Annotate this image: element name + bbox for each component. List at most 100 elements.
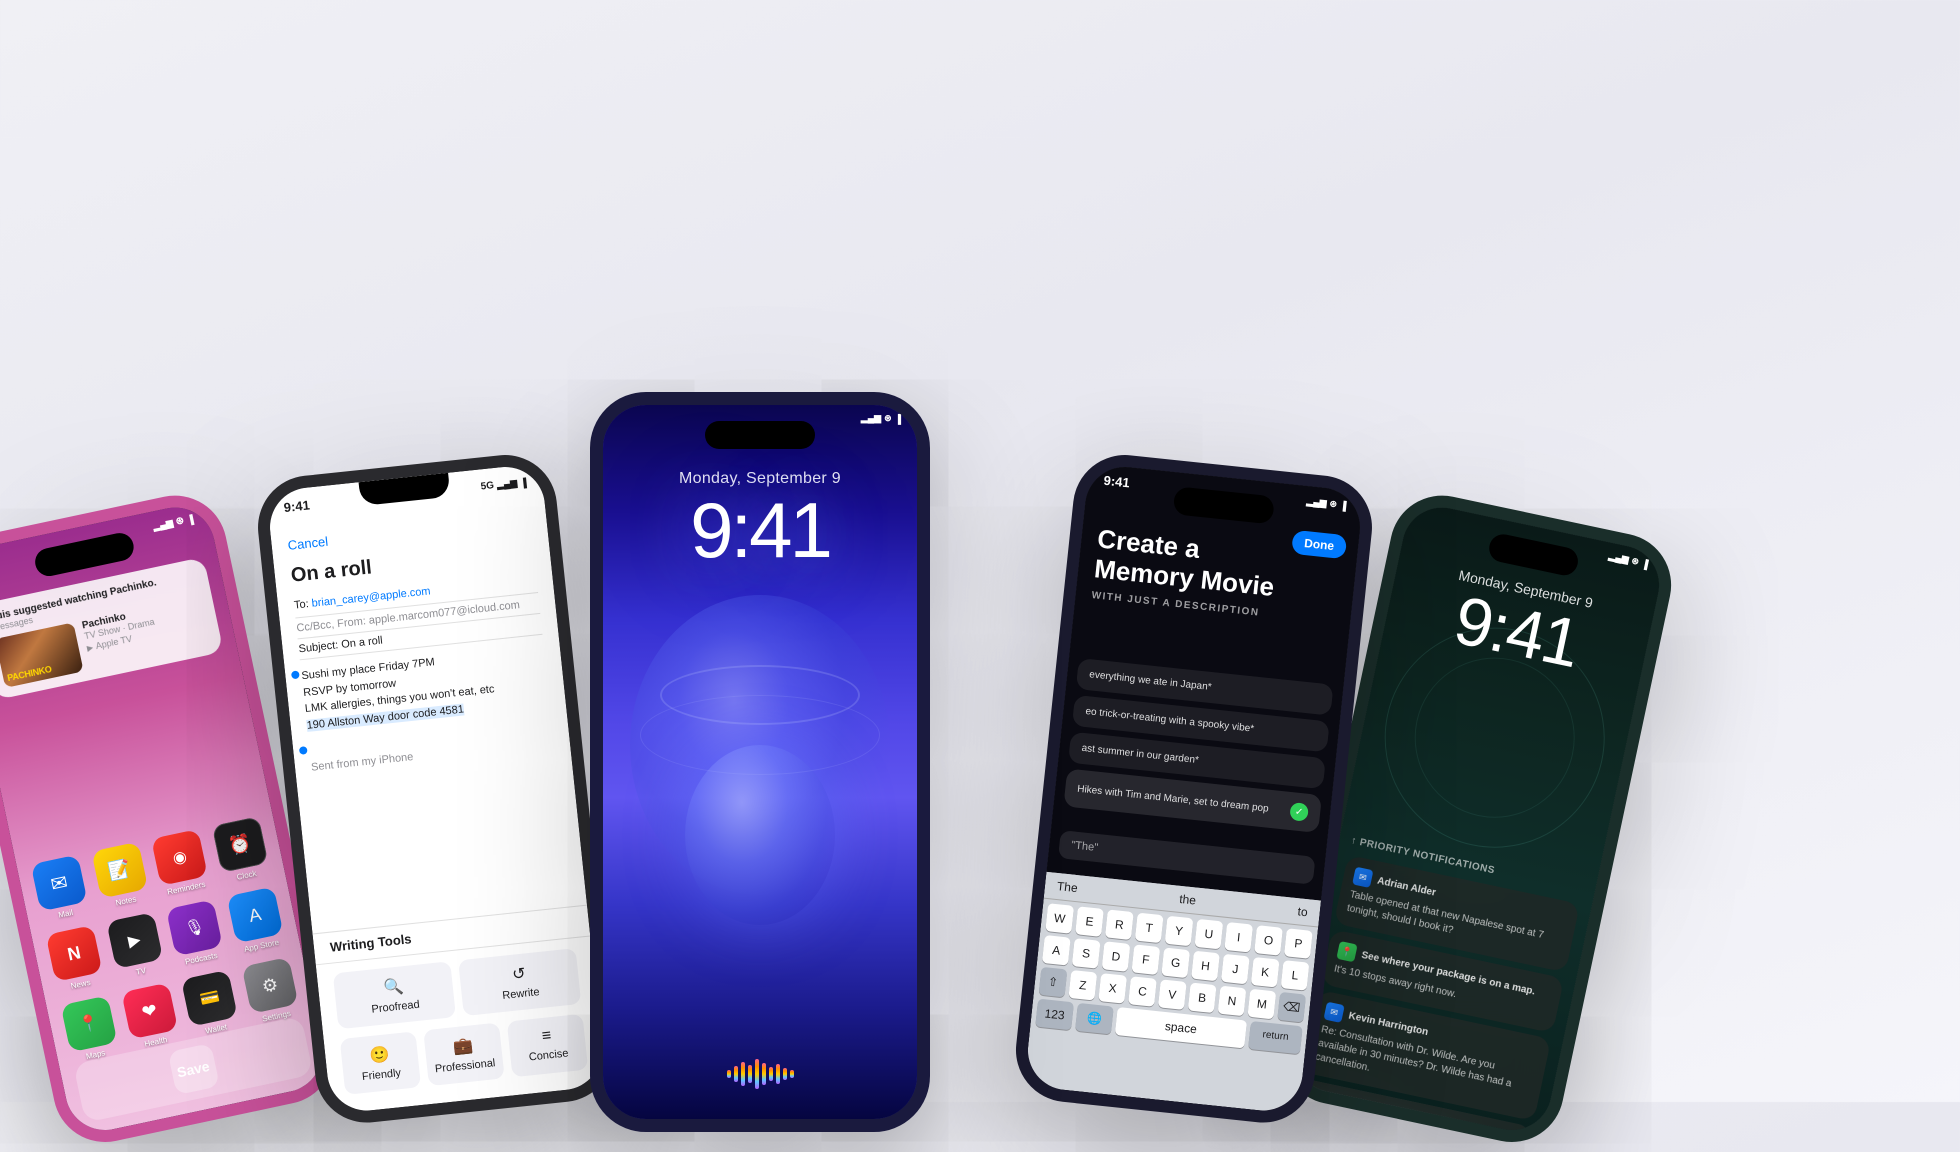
key-h[interactable]: H [1191, 951, 1220, 982]
phone3-siri-wave [603, 1059, 917, 1089]
key-n[interactable]: N [1218, 986, 1247, 1017]
phone2-signal-label: 5G [480, 480, 494, 492]
phone3-battery-icon: ▐ [895, 414, 901, 424]
key-o[interactable]: O [1254, 925, 1283, 956]
phone5-notif2-app-icon: 📍 [1336, 941, 1357, 962]
key-r[interactable]: R [1105, 909, 1134, 940]
key-l[interactable]: L [1281, 960, 1310, 991]
phone4-check-icon [1289, 802, 1309, 822]
phone2-tool-friendly[interactable]: 🙂 Friendly [340, 1031, 421, 1095]
phone4-wifi-icon: ⊛ [1329, 498, 1338, 510]
phone3-wallpaper-sphere [620, 575, 900, 955]
phone1-app-clock[interactable]: ⏰ Clock [212, 816, 271, 885]
key-emoji[interactable]: 🌐 [1075, 1003, 1114, 1035]
phone1-app-news[interactable]: N News [46, 925, 105, 994]
phone4-keys: W E R T Y U I O P A S D F [1029, 899, 1318, 1063]
phone-3: ▂▄▆ ⊛ ▐ Monday, September 9 9:41 [590, 392, 930, 1132]
phone1-app-podcasts[interactable]: 🎙 Podcasts [166, 899, 225, 968]
phone4-status-time: 9:41 [1103, 473, 1130, 491]
phone2-battery-icon: ▐ [520, 477, 527, 488]
phone2-selection-start [291, 670, 300, 679]
key-f[interactable]: F [1131, 944, 1160, 975]
phone2-professional-icon: 💼 [452, 1035, 474, 1057]
phone2-screen: 9:41 5G ▂▄▆ ▐ Cancel On a roll To: brian… [266, 463, 606, 1114]
key-shift[interactable]: ⇧ [1039, 967, 1068, 998]
key-123[interactable]: 123 [1035, 999, 1074, 1031]
key-b[interactable]: B [1188, 983, 1217, 1014]
phones-container: 9:41 ▂▄▆ ⊛ ▐ Luis suggested watching Pac… [0, 0, 1960, 1102]
key-t[interactable]: T [1135, 913, 1164, 944]
phone2-rewrite-label: Rewrite [502, 986, 540, 1002]
key-d[interactable]: D [1102, 941, 1131, 972]
phone2-concise-icon: ≡ [541, 1027, 552, 1046]
phone5-notif3-app-icon: ✉ [1323, 1002, 1344, 1023]
phone2-proofread-label: Proofread [371, 999, 420, 1016]
phone3-screen: ▂▄▆ ⊛ ▐ Monday, September 9 9:41 [603, 405, 917, 1119]
phone1-app-wallet[interactable]: 💳 Wallet [181, 970, 240, 1039]
phone2-proofread-icon: 🔍 [383, 976, 405, 998]
phone4-pred-1[interactable]: The [1056, 879, 1078, 895]
phone4-keyboard: The the to W E R T Y U I O P [1024, 872, 1321, 1115]
key-e[interactable]: E [1075, 906, 1104, 937]
phone3-signal-icon: ▂▄▆ [861, 413, 881, 424]
phone4-screen: 9:41 ▂▄▆ ⊛ ▐ Done Create aMemory Movie W… [1024, 463, 1364, 1114]
phone4-pred-2[interactable]: the [1179, 892, 1197, 908]
phone1-app-maps[interactable]: 📍 Maps [61, 995, 120, 1064]
key-m[interactable]: M [1247, 989, 1276, 1020]
phone1-status-icons: ▂▄▆ ⊛ ▐ [152, 513, 194, 532]
phone1-app-tv[interactable]: ▶ TV [106, 912, 165, 981]
key-s[interactable]: S [1072, 938, 1101, 969]
phone2-email-header: Cancel On a roll To: brian_carey@apple.c… [287, 512, 554, 773]
phone1-notification-card[interactable]: Luis suggested watching Pachinko. Messag… [0, 557, 224, 700]
phone2-body[interactable]: Sushi my place Friday 7PM RSVP by tomorr… [301, 643, 551, 734]
phone1-dock-save[interactable]: Save [167, 1043, 219, 1095]
phone2-tool-professional[interactable]: 💼 Professional [423, 1022, 505, 1086]
key-g[interactable]: G [1161, 948, 1190, 979]
phone2-sent-from: Sent from my iPhone [311, 736, 555, 773]
phone2-concise-label: Concise [528, 1047, 569, 1063]
key-v[interactable]: V [1158, 979, 1187, 1010]
phone1-app-mail[interactable]: ✉ Mail [31, 855, 90, 924]
phone1-app-health[interactable]: ❤ Health [121, 983, 180, 1052]
key-a[interactable]: A [1042, 935, 1071, 966]
phone2-tool-rewrite[interactable]: ↺ Rewrite [458, 948, 581, 1016]
key-k[interactable]: K [1251, 957, 1280, 988]
phone5-notif1-app-icon: ✉ [1352, 867, 1373, 888]
phone4-status-icons: ▂▄▆ ⊛ ▐ [1306, 496, 1347, 511]
phone5-battery-icon: ▐ [1641, 558, 1649, 569]
key-z[interactable]: Z [1068, 970, 1097, 1001]
key-c[interactable]: C [1128, 976, 1157, 1007]
phone1-app-settings[interactable]: ⚙ Settings [242, 957, 301, 1026]
phone4-pred-3[interactable]: to [1297, 904, 1308, 919]
key-delete[interactable]: ⌫ [1277, 992, 1306, 1023]
phone4-battery-icon: ▐ [1340, 500, 1347, 511]
phone2-status-icons: 5G ▂▄▆ ▐ [480, 477, 527, 493]
phone2-tool-concise[interactable]: ≡ Concise [507, 1014, 588, 1078]
phone1-signal-icon: ▂▄▆ [152, 518, 174, 533]
key-p[interactable]: P [1284, 928, 1313, 959]
phone5-notif4-body: Let me send it no... [1301, 1111, 1516, 1137]
phone1-app-notes[interactable]: 📝 Notes [91, 842, 150, 911]
phone5-status-icons: ▂▄▆ ⊛ ▐ [1608, 551, 1650, 570]
key-return[interactable]: return [1248, 1021, 1303, 1054]
phone2-tool-proofread[interactable]: 🔍 Proofread [333, 961, 456, 1029]
phone2-rewrite-icon: ↺ [511, 963, 526, 984]
phone1-app-reminders[interactable]: ◉ Reminders [151, 829, 210, 898]
phone5-wifi-icon: ⊛ [1630, 555, 1640, 567]
key-j[interactable]: J [1221, 954, 1250, 985]
phone3-status-bar: ▂▄▆ ⊛ ▐ [619, 413, 901, 424]
phone2-writing-tools: Writing Tools 🔍 Proofread ↺ Rewrite 🙂 Fr… [312, 904, 605, 1104]
key-x[interactable]: X [1098, 973, 1127, 1004]
key-y[interactable]: Y [1165, 916, 1194, 947]
phone1-app-appstore[interactable]: A App Store [227, 887, 286, 956]
key-w[interactable]: W [1045, 903, 1074, 934]
phone1-wifi-icon: ⊛ [175, 515, 185, 528]
phone2-wifi-icon: ▂▄▆ [496, 478, 517, 491]
phone2-notch [359, 473, 451, 506]
key-u[interactable]: U [1194, 919, 1223, 950]
phone3-btn-side [917, 570, 921, 640]
phone5-notif4-time: 35m ago [1484, 1131, 1520, 1137]
phone5-signal-icon: ▂▄▆ [1608, 551, 1630, 566]
key-i[interactable]: I [1224, 922, 1253, 953]
phone3-dynamic-island [705, 421, 815, 449]
